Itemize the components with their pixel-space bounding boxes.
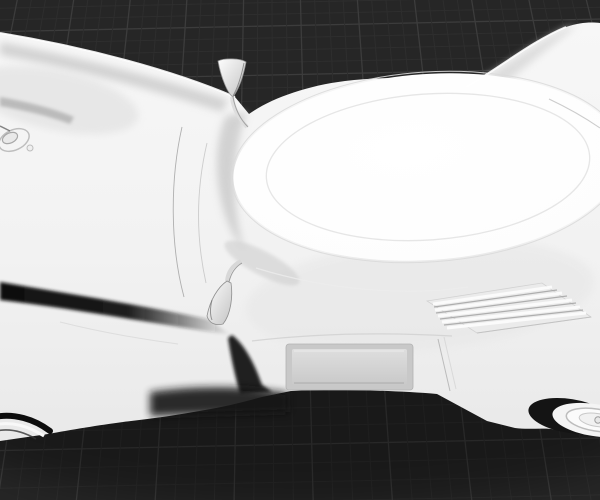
viewport-3d[interactable] [0, 0, 600, 500]
car-model [0, 22, 600, 442]
under-body-shadow [150, 387, 288, 416]
